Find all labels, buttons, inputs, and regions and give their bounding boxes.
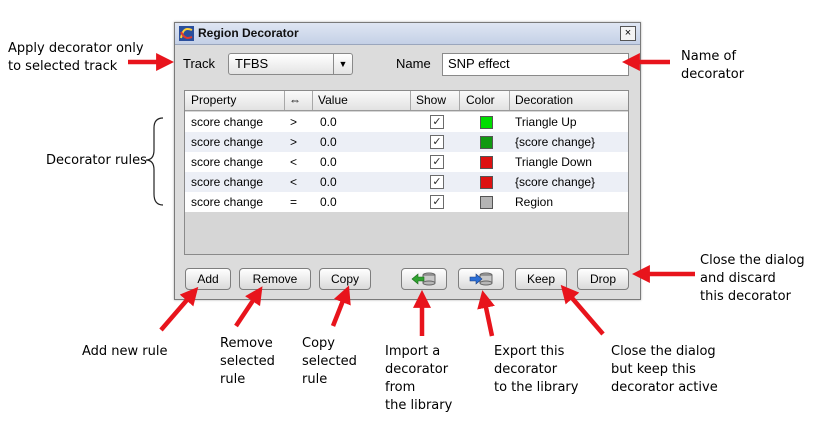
show-checkbox[interactable]: ✓ (430, 195, 444, 209)
cell-property: score change (191, 195, 264, 209)
cell-decoration: Triangle Down (515, 155, 592, 169)
cell-value: 0.0 (320, 155, 337, 169)
rules-brace (145, 117, 164, 206)
name-field-value: SNP effect (448, 56, 510, 71)
copy-button[interactable]: Copy (319, 268, 371, 290)
color-swatch[interactable] (480, 136, 493, 149)
arrow-to-export (477, 290, 495, 337)
annotation-export: Export this decorator to the library (494, 344, 579, 395)
show-checkbox[interactable]: ✓ (430, 175, 444, 189)
drop-button[interactable]: Drop (577, 268, 629, 290)
table-row[interactable]: score change < 0.0 ✓ {score change} (185, 172, 628, 192)
table-row[interactable]: score change > 0.0 ✓ {score change} (185, 132, 628, 152)
color-swatch[interactable] (480, 156, 493, 169)
export-button[interactable] (458, 268, 504, 290)
cell-operator: < (290, 175, 298, 189)
cell-operator: = (290, 195, 298, 209)
annotation-close-keep: Close the dialog but keep this decorator… (611, 344, 718, 395)
import-from-library-icon (411, 272, 436, 286)
cell-value: 0.0 (320, 135, 337, 149)
track-label: Track (183, 56, 216, 71)
header-show[interactable]: Show (416, 93, 446, 107)
table-row[interactable]: score change = 0.0 ✓ Region (185, 192, 628, 212)
rules-table[interactable]: Property ⇔ Value Show Color Decoration s… (184, 90, 629, 255)
annotation-add-rule: Add new rule (82, 344, 168, 359)
annotation-remove-rule: Remove selected rule (220, 336, 275, 387)
header-operator[interactable]: ⇔ (289, 93, 301, 107)
dialog-title: Region Decorator (198, 26, 299, 40)
name-label: Name (396, 56, 431, 71)
cell-value: 0.0 (320, 175, 337, 189)
cell-property: score change (191, 175, 264, 189)
header-color[interactable]: Color (466, 93, 495, 107)
export-to-library-icon (469, 272, 493, 286)
cell-value: 0.0 (320, 195, 337, 209)
annotation-decorator-rules: Decorator rules (46, 153, 147, 168)
keep-button[interactable]: Keep (515, 268, 567, 290)
track-dropdown[interactable]: TFBS ▼ (228, 53, 353, 75)
cell-decoration: Triangle Up (515, 115, 577, 129)
cell-operator: < (290, 155, 298, 169)
table-row[interactable]: score change < 0.0 ✓ Triangle Down (185, 152, 628, 172)
header-decoration[interactable]: Decoration (515, 93, 573, 107)
name-field[interactable]: SNP effect (442, 53, 629, 76)
header-property[interactable]: Property (191, 93, 236, 107)
title-bar[interactable]: Region Decorator × (175, 23, 640, 45)
show-checkbox[interactable]: ✓ (430, 115, 444, 129)
table-row[interactable]: score change > 0.0 ✓ Triangle Up (185, 112, 628, 132)
annotation-name-of-decorator: Name of decorator (681, 49, 745, 82)
show-checkbox[interactable]: ✓ (430, 135, 444, 149)
cell-decoration: Region (515, 195, 554, 209)
cell-property: score change (191, 135, 264, 149)
cell-property: score change (191, 115, 264, 129)
close-icon[interactable]: × (620, 26, 636, 41)
cell-operator: > (290, 115, 298, 129)
annotation-apply-decorator: Apply decorator only to selected track (8, 41, 144, 74)
app-icon (179, 26, 194, 41)
cell-operator: > (290, 135, 298, 149)
chevron-down-icon[interactable]: ▼ (333, 54, 352, 74)
cell-decoration: {score change} (515, 135, 596, 149)
table-header: Property ⇔ Value Show Color Decoration (185, 91, 628, 111)
cell-decoration: {score change} (515, 175, 596, 189)
annotation-close-discard: Close the dialog and discard this decora… (700, 253, 805, 304)
cell-property: score change (191, 155, 264, 169)
annotation-copy-rule: Copy selected rule (302, 336, 357, 387)
track-selected-value: TFBS (235, 56, 269, 71)
annotation-import: Import a decorator from the library (385, 344, 453, 413)
color-swatch[interactable] (480, 116, 493, 129)
show-checkbox[interactable]: ✓ (430, 155, 444, 169)
color-swatch[interactable] (480, 176, 493, 189)
add-button[interactable]: Add (185, 268, 231, 290)
color-swatch[interactable] (480, 196, 493, 209)
remove-button[interactable]: Remove (239, 268, 311, 290)
region-decorator-dialog: Region Decorator × Track TFBS ▼ Name SNP… (174, 22, 641, 300)
cell-value: 0.0 (320, 115, 337, 129)
header-value[interactable]: Value (318, 93, 348, 107)
import-button[interactable] (401, 268, 447, 290)
